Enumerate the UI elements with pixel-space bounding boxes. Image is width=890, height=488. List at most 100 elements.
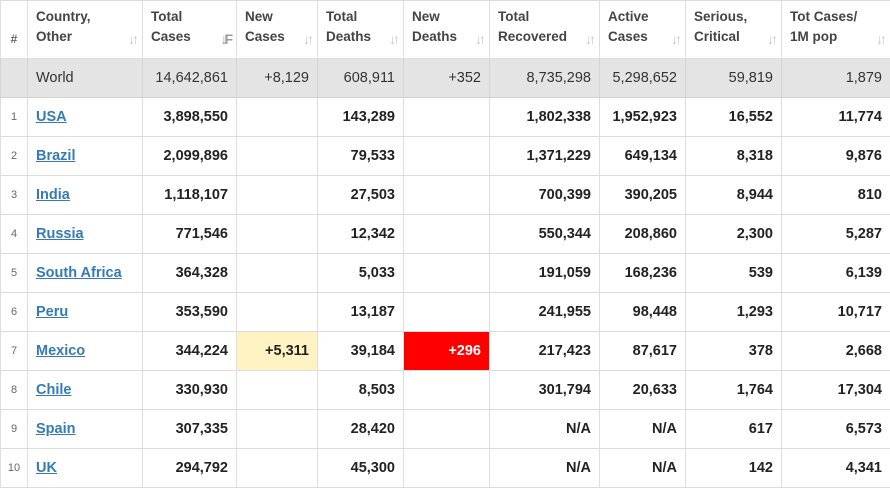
total-cases-cell: 2,099,896	[143, 137, 237, 176]
header-active-cases[interactable]: Active Cases ↓↑	[600, 1, 686, 59]
total-recovered-cell: 700,399	[490, 176, 600, 215]
row-index: 9	[1, 410, 28, 449]
serious-critical-cell: 142	[686, 449, 782, 488]
world-new-cases: +8,129	[237, 59, 318, 98]
table-row: 5 South Africa 364,328 5,033 191,059 168…	[1, 254, 890, 293]
cases-per-1m-cell: 10,717	[782, 293, 890, 332]
total-cases-cell: 3,898,550	[143, 98, 237, 137]
table-row: 3 India 1,118,107 27,503 700,399 390,205…	[1, 176, 890, 215]
total-deaths-cell: 45,300	[318, 449, 404, 488]
row-index: 6	[1, 293, 28, 332]
header-active-cases-line1: Active	[608, 7, 677, 27]
total-deaths-cell: 28,420	[318, 410, 404, 449]
header-new-deaths-line2: Deaths	[412, 27, 481, 47]
country-link[interactable]: USA	[36, 109, 67, 125]
new-deaths-cell	[404, 98, 490, 137]
serious-critical-cell: 2,300	[686, 215, 782, 254]
total-cases-cell: 307,335	[143, 410, 237, 449]
total-recovered-cell: 1,371,229	[490, 137, 600, 176]
world-new-deaths: +352	[404, 59, 490, 98]
country-link[interactable]: Peru	[36, 304, 68, 320]
new-cases-cell	[237, 137, 318, 176]
country-link[interactable]: Russia	[36, 226, 84, 242]
header-total-cases-line1: Total	[151, 7, 228, 27]
new-cases-cell	[237, 449, 318, 488]
country-link[interactable]: Mexico	[36, 343, 85, 359]
cases-per-1m-cell: 11,774	[782, 98, 890, 137]
country-link[interactable]: UK	[36, 460, 57, 476]
world-cases-per-1m: 1,879	[782, 59, 890, 98]
header-index[interactable]: #	[1, 1, 28, 59]
cases-per-1m-cell: 4,341	[782, 449, 890, 488]
row-index: 4	[1, 215, 28, 254]
header-total-recovered[interactable]: Total Recovered ↓↑	[490, 1, 600, 59]
total-recovered-cell: 217,423	[490, 332, 600, 371]
header-total-cases[interactable]: Total Cases ↓F	[143, 1, 237, 59]
cases-per-1m-cell: 9,876	[782, 137, 890, 176]
total-cases-cell: 344,224	[143, 332, 237, 371]
country-link[interactable]: South Africa	[36, 265, 122, 281]
total-cases-cell: 294,792	[143, 449, 237, 488]
country-link[interactable]: Brazil	[36, 148, 76, 164]
header-active-cases-line2: Cases	[608, 27, 677, 47]
country-link[interactable]: India	[36, 187, 70, 203]
total-deaths-cell: 39,184	[318, 332, 404, 371]
header-index-label: #	[11, 32, 18, 46]
total-recovered-cell: 550,344	[490, 215, 600, 254]
total-recovered-cell: N/A	[490, 410, 600, 449]
header-new-deaths[interactable]: New Deaths ↓↑	[404, 1, 490, 59]
cases-per-1m-cell: 6,139	[782, 254, 890, 293]
total-cases-cell: 1,118,107	[143, 176, 237, 215]
table-row: 9 Spain 307,335 28,420 N/A N/A 617 6,573	[1, 410, 890, 449]
new-cases-cell: +5,311	[237, 332, 318, 371]
total-cases-cell: 330,930	[143, 371, 237, 410]
header-serious-critical[interactable]: Serious, Critical ↓↑	[686, 1, 782, 59]
total-recovered-cell: 241,955	[490, 293, 600, 332]
header-cases-per-1m-line2: 1M pop	[790, 27, 882, 47]
covid-stats-table: # Country, Other ↓↑ Total Cases ↓F New C…	[0, 0, 890, 488]
world-total-deaths: 608,911	[318, 59, 404, 98]
table-row: 1 USA 3,898,550 143,289 1,802,338 1,952,…	[1, 98, 890, 137]
total-cases-cell: 353,590	[143, 293, 237, 332]
table-row: 7 Mexico 344,224 +5,311 39,184 +296 217,…	[1, 332, 890, 371]
active-cases-cell: 20,633	[600, 371, 686, 410]
active-cases-cell: N/A	[600, 410, 686, 449]
country-link[interactable]: Chile	[36, 382, 71, 398]
new-deaths-cell	[404, 254, 490, 293]
header-serious-critical-line2: Critical	[694, 27, 773, 47]
header-total-deaths-line1: Total	[326, 7, 395, 27]
active-cases-cell: 649,134	[600, 137, 686, 176]
serious-critical-cell: 617	[686, 410, 782, 449]
header-country-line1: Country,	[36, 7, 134, 27]
world-total-recovered: 8,735,298	[490, 59, 600, 98]
table-row: 4 Russia 771,546 12,342 550,344 208,860 …	[1, 215, 890, 254]
active-cases-cell: N/A	[600, 449, 686, 488]
sort-arrows-icon: ↓↑	[767, 29, 775, 49]
row-index: 7	[1, 332, 28, 371]
table-row: 10 UK 294,792 45,300 N/A N/A 142 4,341	[1, 449, 890, 488]
total-deaths-cell: 27,503	[318, 176, 404, 215]
country-link[interactable]: Spain	[36, 421, 75, 437]
total-deaths-cell: 13,187	[318, 293, 404, 332]
header-total-recovered-line2: Recovered	[498, 27, 591, 47]
serious-critical-cell: 8,318	[686, 137, 782, 176]
new-cases-cell	[237, 410, 318, 449]
serious-critical-cell: 8,944	[686, 176, 782, 215]
header-total-deaths[interactable]: Total Deaths ↓↑	[318, 1, 404, 59]
header-country[interactable]: Country, Other ↓↑	[28, 1, 143, 59]
header-cases-per-1m-line1: Tot Cases/	[790, 7, 882, 27]
table-row: 2 Brazil 2,099,896 79,533 1,371,229 649,…	[1, 137, 890, 176]
total-deaths-cell: 79,533	[318, 137, 404, 176]
header-serious-critical-line1: Serious,	[694, 7, 773, 27]
new-deaths-cell	[404, 137, 490, 176]
header-row: # Country, Other ↓↑ Total Cases ↓F New C…	[1, 1, 890, 59]
sort-arrows-icon: ↓↑	[671, 29, 679, 49]
serious-critical-cell: 1,293	[686, 293, 782, 332]
header-cases-per-1m[interactable]: Tot Cases/ 1M pop ↓↑	[782, 1, 890, 59]
serious-critical-cell: 1,764	[686, 371, 782, 410]
active-cases-cell: 98,448	[600, 293, 686, 332]
row-index: 3	[1, 176, 28, 215]
total-deaths-cell: 5,033	[318, 254, 404, 293]
cases-per-1m-cell: 2,668	[782, 332, 890, 371]
header-new-cases[interactable]: New Cases ↓↑	[237, 1, 318, 59]
